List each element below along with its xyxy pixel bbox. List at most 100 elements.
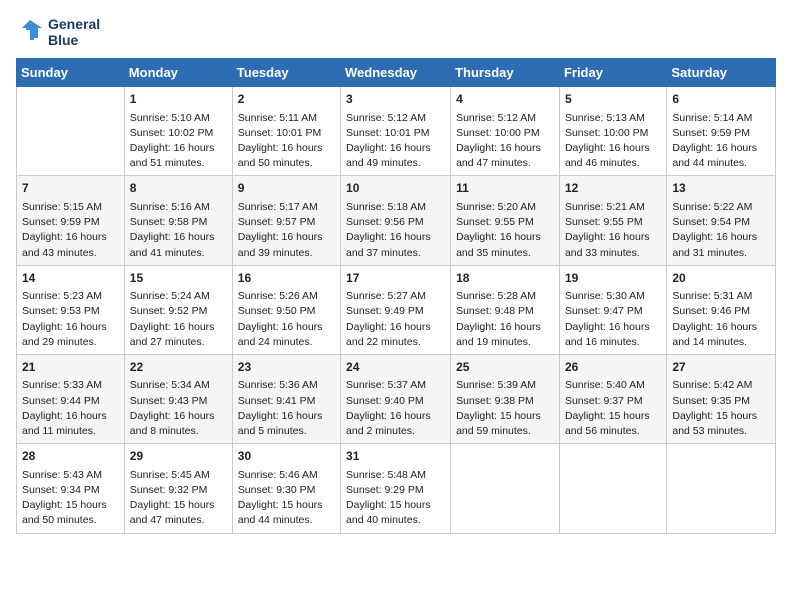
day-info: Sunrise: 5:28 AM [456, 289, 554, 304]
day-info: and 50 minutes. [238, 156, 335, 171]
calendar-cell: 1Sunrise: 5:10 AMSunset: 10:02 PMDayligh… [124, 87, 232, 176]
calendar-cell: 5Sunrise: 5:13 AMSunset: 10:00 PMDayligh… [559, 87, 666, 176]
day-info: Sunset: 9:47 PM [565, 304, 661, 319]
calendar-cell: 30Sunrise: 5:46 AMSunset: 9:30 PMDayligh… [232, 444, 340, 533]
logo-blue: Blue [48, 32, 100, 48]
day-info: Sunrise: 5:27 AM [346, 289, 445, 304]
day-info: and 2 minutes. [346, 424, 445, 439]
calendar-cell: 6Sunrise: 5:14 AMSunset: 9:59 PMDaylight… [667, 87, 776, 176]
day-info: Sunrise: 5:34 AM [130, 378, 227, 393]
calendar-cell [559, 444, 666, 533]
day-info: Daylight: 15 hours [672, 409, 770, 424]
day-info: and 43 minutes. [22, 246, 119, 261]
day-info: Daylight: 16 hours [130, 230, 227, 245]
day-info: and 37 minutes. [346, 246, 445, 261]
day-info: Daylight: 16 hours [565, 230, 661, 245]
day-info: Sunset: 9:49 PM [346, 304, 445, 319]
day-info: Sunset: 9:30 PM [238, 483, 335, 498]
calendar-week-4: 21Sunrise: 5:33 AMSunset: 9:44 PMDayligh… [17, 354, 776, 443]
day-number: 20 [672, 270, 770, 287]
day-info: and 47 minutes. [130, 513, 227, 528]
day-info: Sunrise: 5:33 AM [22, 378, 119, 393]
day-number: 22 [130, 359, 227, 376]
logo-general: General [48, 16, 100, 32]
day-info: Daylight: 16 hours [130, 320, 227, 335]
day-number: 23 [238, 359, 335, 376]
day-info: and 33 minutes. [565, 246, 661, 261]
day-info: Daylight: 16 hours [456, 230, 554, 245]
col-header-monday: Monday [124, 59, 232, 87]
day-info: Sunset: 9:34 PM [22, 483, 119, 498]
day-number: 17 [346, 270, 445, 287]
day-info: Daylight: 16 hours [346, 141, 445, 156]
day-info: Sunset: 9:52 PM [130, 304, 227, 319]
day-info: Sunrise: 5:48 AM [346, 468, 445, 483]
calendar-week-2: 7Sunrise: 5:15 AMSunset: 9:59 PMDaylight… [17, 176, 776, 265]
day-info: Sunset: 9:59 PM [672, 126, 770, 141]
day-number: 28 [22, 448, 119, 465]
day-number: 10 [346, 180, 445, 197]
calendar-header: SundayMondayTuesdayWednesdayThursdayFrid… [17, 59, 776, 87]
calendar-cell: 15Sunrise: 5:24 AMSunset: 9:52 PMDayligh… [124, 265, 232, 354]
day-info: Sunset: 9:54 PM [672, 215, 770, 230]
day-info: Daylight: 16 hours [238, 141, 335, 156]
calendar-week-3: 14Sunrise: 5:23 AMSunset: 9:53 PMDayligh… [17, 265, 776, 354]
day-number: 3 [346, 91, 445, 108]
day-number: 24 [346, 359, 445, 376]
day-info: and 59 minutes. [456, 424, 554, 439]
day-info: Sunset: 9:58 PM [130, 215, 227, 230]
day-info: Daylight: 16 hours [456, 320, 554, 335]
calendar-cell: 12Sunrise: 5:21 AMSunset: 9:55 PMDayligh… [559, 176, 666, 265]
calendar-cell: 26Sunrise: 5:40 AMSunset: 9:37 PMDayligh… [559, 354, 666, 443]
day-info: and 31 minutes. [672, 246, 770, 261]
day-info: and 8 minutes. [130, 424, 227, 439]
calendar-cell: 19Sunrise: 5:30 AMSunset: 9:47 PMDayligh… [559, 265, 666, 354]
day-info: Sunrise: 5:21 AM [565, 200, 661, 215]
day-number: 30 [238, 448, 335, 465]
col-header-wednesday: Wednesday [341, 59, 451, 87]
day-info: Sunrise: 5:14 AM [672, 111, 770, 126]
day-info: Sunset: 10:01 PM [346, 126, 445, 141]
day-info: Daylight: 16 hours [672, 320, 770, 335]
calendar-table: SundayMondayTuesdayWednesdayThursdayFrid… [16, 58, 776, 533]
day-info: Sunrise: 5:10 AM [130, 111, 227, 126]
day-info: Sunset: 9:37 PM [565, 394, 661, 409]
day-info: and 35 minutes. [456, 246, 554, 261]
calendar-cell: 9Sunrise: 5:17 AMSunset: 9:57 PMDaylight… [232, 176, 340, 265]
day-info: Sunrise: 5:23 AM [22, 289, 119, 304]
day-info: Daylight: 16 hours [565, 320, 661, 335]
day-info: and 56 minutes. [565, 424, 661, 439]
day-info: and 51 minutes. [130, 156, 227, 171]
day-info: and 22 minutes. [346, 335, 445, 350]
day-info: and 44 minutes. [238, 513, 335, 528]
calendar-cell: 31Sunrise: 5:48 AMSunset: 9:29 PMDayligh… [341, 444, 451, 533]
day-info: Sunset: 9:32 PM [130, 483, 227, 498]
day-info: and 16 minutes. [565, 335, 661, 350]
calendar-cell [451, 444, 560, 533]
day-info: and 46 minutes. [565, 156, 661, 171]
col-header-sunday: Sunday [17, 59, 125, 87]
day-info: Daylight: 15 hours [238, 498, 335, 513]
calendar-cell: 21Sunrise: 5:33 AMSunset: 9:44 PMDayligh… [17, 354, 125, 443]
logo: General Blue [16, 16, 100, 48]
day-number: 13 [672, 180, 770, 197]
day-number: 21 [22, 359, 119, 376]
day-info: Sunset: 9:56 PM [346, 215, 445, 230]
page-header: General Blue [16, 16, 776, 48]
day-info: Sunset: 9:53 PM [22, 304, 119, 319]
day-info: and 47 minutes. [456, 156, 554, 171]
day-info: Sunrise: 5:30 AM [565, 289, 661, 304]
day-info: Sunrise: 5:37 AM [346, 378, 445, 393]
day-info: Sunrise: 5:31 AM [672, 289, 770, 304]
day-info: and 53 minutes. [672, 424, 770, 439]
day-info: Daylight: 16 hours [130, 141, 227, 156]
calendar-cell: 28Sunrise: 5:43 AMSunset: 9:34 PMDayligh… [17, 444, 125, 533]
day-info: Sunrise: 5:36 AM [238, 378, 335, 393]
day-number: 27 [672, 359, 770, 376]
day-info: Sunset: 9:41 PM [238, 394, 335, 409]
day-info: Daylight: 15 hours [456, 409, 554, 424]
day-number: 12 [565, 180, 661, 197]
day-info: Sunset: 9:29 PM [346, 483, 445, 498]
day-info: Sunset: 10:00 PM [456, 126, 554, 141]
day-info: Sunrise: 5:11 AM [238, 111, 335, 126]
